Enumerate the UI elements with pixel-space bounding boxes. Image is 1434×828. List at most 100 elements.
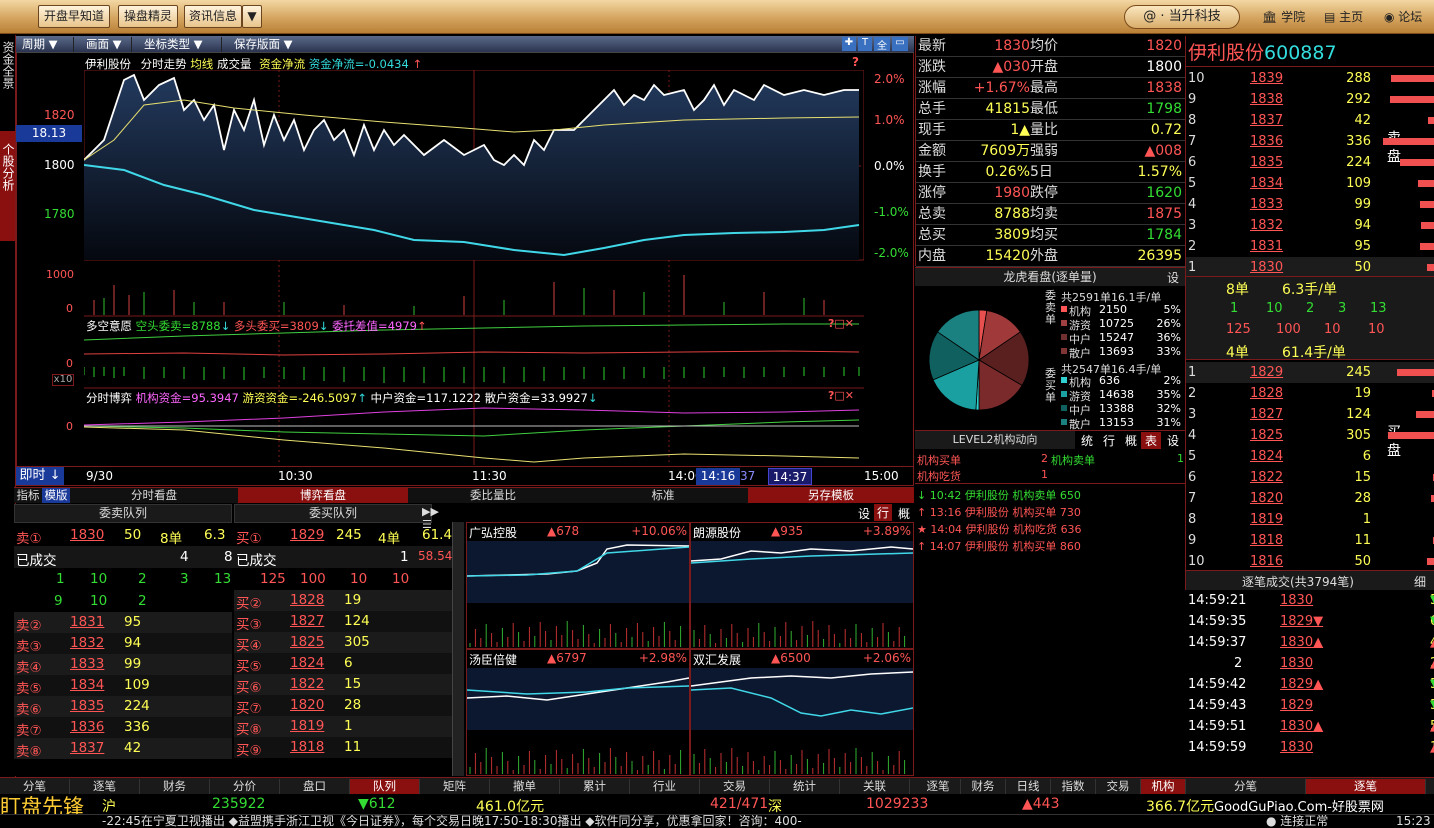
- bottom-tab-交易[interactable]: 交易: [700, 779, 770, 794]
- buy-queue-row[interactable]: 买⑥ 1822 15: [234, 674, 452, 696]
- tab-standard[interactable]: 标准: [578, 488, 748, 503]
- home-link[interactable]: ▤ 主页: [1324, 8, 1363, 25]
- buy-queue-row[interactable]: 买④ 1825 305: [234, 632, 452, 654]
- panel-controls-icon[interactable]: ?□✕: [828, 389, 854, 402]
- bottom-tab-财务[interactable]: 财务: [140, 779, 210, 794]
- bottom-tab-财务[interactable]: 财务: [961, 779, 1006, 794]
- fund-overview-tab[interactable]: 资金全景: [1, 41, 15, 89]
- mini-overview-button[interactable]: 概: [898, 505, 910, 522]
- bottom-tab-盘口[interactable]: 盘口: [280, 779, 350, 794]
- level2-event[interactable]: ↓ 10:42 伊利股份 机构卖单 650: [917, 487, 1081, 503]
- buy-queue-row[interactable]: 买⑤ 1824 6: [234, 653, 452, 675]
- dragon-setting-button[interactable]: 设: [1167, 269, 1179, 286]
- bottom-tab-撤单[interactable]: 撤单: [490, 779, 560, 794]
- buy-queue-row[interactable]: 买⑦ 1820 28: [234, 695, 452, 717]
- bottom-tab-队列[interactable]: 队列: [350, 779, 420, 794]
- buy-queue-row[interactable]: 买③ 1827 124: [234, 611, 452, 633]
- mini-chart[interactable]: 广弘控股 ▲678 +10.06%: [466, 522, 690, 649]
- bottom-tab-矩阵[interactable]: 矩阵: [420, 779, 490, 794]
- ask-row[interactable]: 2 1831 95: [1186, 236, 1434, 257]
- bottom-tab-日线[interactable]: 日线: [1006, 779, 1051, 794]
- sell-queue-row[interactable]: 卖⑦ 1836 336: [14, 717, 232, 739]
- ask-row[interactable]: 10 1839 288: [1186, 68, 1434, 89]
- bottom-tab-交易[interactable]: 交易: [1096, 779, 1141, 794]
- news-button[interactable]: 资讯信息: [184, 5, 242, 28]
- ask-row[interactable]: 9 1838 292: [1186, 89, 1434, 110]
- ask-row[interactable]: 7 1836 336: [1186, 131, 1434, 152]
- mini-row-button[interactable]: 行: [874, 504, 892, 521]
- ask-row[interactable]: 8 1837 42: [1186, 110, 1434, 131]
- level2-event[interactable]: ↑ 13:16 伊利股份 机构买单 730: [917, 504, 1081, 520]
- bottom-tab-逐笔[interactable]: 逐笔: [1306, 779, 1426, 794]
- level2-event[interactable]: ★ 14:04 伊利股份 机构吃货 636: [917, 521, 1082, 537]
- buy-queue-row[interactable]: 买⑧ 1819 1: [234, 716, 452, 738]
- save-layout-menu[interactable]: 保存版面 ▼: [228, 37, 310, 52]
- bottom-tab-累计[interactable]: 累计: [560, 779, 630, 794]
- bottom-tab-逐笔[interactable]: 逐笔: [916, 779, 961, 794]
- bid-row[interactable]: 4 1825 305: [1186, 425, 1434, 446]
- trading-wizard-button[interactable]: 操盘精灵: [118, 5, 178, 28]
- ask-row[interactable]: 3 1832 94: [1186, 215, 1434, 236]
- view-menu[interactable]: 画面 ▼: [80, 37, 132, 52]
- tab-setting[interactable]: 设: [1167, 432, 1179, 449]
- bid-row[interactable]: 6 1822 15: [1186, 467, 1434, 488]
- ask-row[interactable]: 1 1830 50: [1186, 257, 1434, 278]
- mini-setting-button[interactable]: 设: [858, 505, 870, 522]
- tab-row[interactable]: 行: [1103, 432, 1115, 449]
- crosshair-icon[interactable]: ✚: [842, 37, 856, 51]
- tab-template[interactable]: 模版: [42, 488, 70, 503]
- open-preview-button[interactable]: 开盘早知道: [38, 5, 110, 28]
- ask-row[interactable]: 4 1833 99: [1186, 194, 1434, 215]
- sell-queue-row[interactable]: 卖⑧ 1837 42: [14, 738, 232, 760]
- trades-detail-button[interactable]: 细: [1414, 573, 1426, 590]
- sell-queue-row[interactable]: 卖⑤ 1834 109: [14, 675, 232, 697]
- bid-row[interactable]: 8 1819 1: [1186, 509, 1434, 530]
- window-icon[interactable]: ▭: [892, 37, 908, 51]
- bid-row[interactable]: 1 1829 245: [1186, 362, 1434, 383]
- sell-queue-row[interactable]: 卖⑥ 1835 224: [14, 696, 232, 718]
- tab-table[interactable]: 表: [1141, 432, 1161, 449]
- tab-overview[interactable]: 概: [1125, 432, 1137, 449]
- ask-row[interactable]: 6 1835 224: [1186, 152, 1434, 173]
- buy-queue-row[interactable]: 买② 1828 19: [234, 590, 452, 612]
- bottom-tab-行业[interactable]: 行业: [630, 779, 700, 794]
- axis-type-menu[interactable]: 坐标类型 ▼: [138, 37, 222, 52]
- news-dropdown-icon[interactable]: ▼: [242, 5, 262, 28]
- panel-controls-icon[interactable]: ?□✕: [828, 317, 854, 330]
- ticker-text[interactable]: -22:45在宁夏卫视播出 ◆益盟携手浙江卫视《今日证券》，每个交易日晚17:5…: [102, 815, 802, 828]
- bottom-tab-分价[interactable]: 分价: [210, 779, 280, 794]
- mini-chart[interactable]: 朗源股份 ▲935 +3.89%: [690, 522, 914, 649]
- stock-analysis-tab[interactable]: 个股分析: [1, 143, 15, 191]
- fullscreen-icon[interactable]: 全: [874, 37, 890, 52]
- bottom-tab-指数[interactable]: 指数: [1051, 779, 1096, 794]
- bottom-tab-关联[interactable]: 关联: [840, 779, 910, 794]
- realtime-button[interactable]: 即时 ↓: [16, 467, 64, 485]
- sell-queue-row[interactable]: 卖③ 1832 94: [14, 633, 232, 655]
- bid-row[interactable]: 9 1818 11: [1186, 530, 1434, 551]
- bid-row[interactable]: 2 1828 19: [1186, 383, 1434, 404]
- academy-link[interactable]: 🏛 学院: [1262, 8, 1305, 25]
- queue-scrollbar[interactable]: [452, 522, 464, 776]
- tab-order-ratio[interactable]: 委比量比: [408, 488, 578, 503]
- bid-row[interactable]: 3 1827 124: [1186, 404, 1434, 425]
- tab-intraday-view[interactable]: 分时看盘: [70, 488, 238, 503]
- buy-queue-row[interactable]: 买⑨ 1818 11: [234, 737, 452, 759]
- sell-queue-row[interactable]: 卖④ 1833 99: [14, 654, 232, 676]
- ask-row[interactable]: 5 1834 109: [1186, 173, 1434, 194]
- tab-game-view[interactable]: 博弈看盘: [238, 488, 408, 503]
- bid-row[interactable]: 10 1816 50: [1186, 551, 1434, 572]
- bid-row[interactable]: 7 1820 28: [1186, 488, 1434, 509]
- bottom-tab-统计[interactable]: 统计: [770, 779, 840, 794]
- period-menu[interactable]: 周期 ▼: [16, 37, 74, 52]
- level2-event[interactable]: ↑ 14:07 伊利股份 机构买单 860: [917, 538, 1081, 554]
- help-icon[interactable]: ?: [852, 55, 859, 69]
- mini-chart[interactable]: 双汇发展 ▲6500 +2.06%: [690, 649, 914, 776]
- sell-queue-row[interactable]: 卖② 1831 95: [14, 612, 232, 634]
- bottom-tab-分笔[interactable]: 分笔: [1186, 779, 1306, 794]
- bid-row[interactable]: 5 1824 6: [1186, 446, 1434, 467]
- mini-chart[interactable]: 汤臣倍健 ▲6797 +2.98%: [466, 649, 690, 776]
- tab-stats[interactable]: 统: [1081, 432, 1093, 449]
- forum-link[interactable]: ◉ 论坛: [1384, 8, 1422, 25]
- bottom-tab-机构[interactable]: 机构: [1141, 779, 1186, 794]
- tab-save-template[interactable]: 另存模板: [748, 488, 914, 503]
